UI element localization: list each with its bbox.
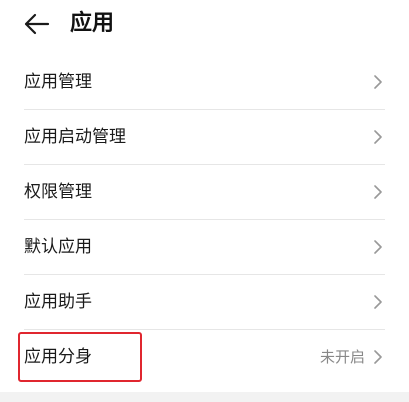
settings-item-label: 应用助手 (24, 292, 92, 312)
settings-item-app-management[interactable]: 应用管理 (0, 55, 409, 110)
status-value: 未开启 (319, 348, 365, 366)
chevron-right-icon (374, 240, 382, 254)
back-button[interactable] (22, 10, 52, 38)
settings-item-app-launch-management[interactable]: 应用启动管理 (0, 110, 409, 165)
highlight-annotation-box (18, 332, 142, 382)
settings-item-label: 应用启动管理 (24, 127, 126, 147)
chevron-right-icon (374, 130, 382, 144)
app-header: 应用 (0, 0, 409, 52)
settings-item-label: 权限管理 (24, 182, 92, 202)
bottom-background-strip (0, 392, 409, 402)
settings-item-label: 应用管理 (24, 72, 92, 92)
chevron-right-icon (374, 75, 382, 89)
settings-item-default-apps[interactable]: 默认应用 (0, 220, 409, 275)
settings-item-permission-management[interactable]: 权限管理 (0, 165, 409, 220)
chevron-right-icon (374, 295, 382, 309)
chevron-right-icon (374, 185, 382, 199)
settings-item-label: 默认应用 (24, 237, 92, 257)
page-title: 应用 (70, 11, 115, 36)
settings-item-app-assistant[interactable]: 应用助手 (0, 275, 409, 330)
arrow-left-icon (24, 13, 50, 35)
chevron-right-icon (374, 350, 382, 364)
